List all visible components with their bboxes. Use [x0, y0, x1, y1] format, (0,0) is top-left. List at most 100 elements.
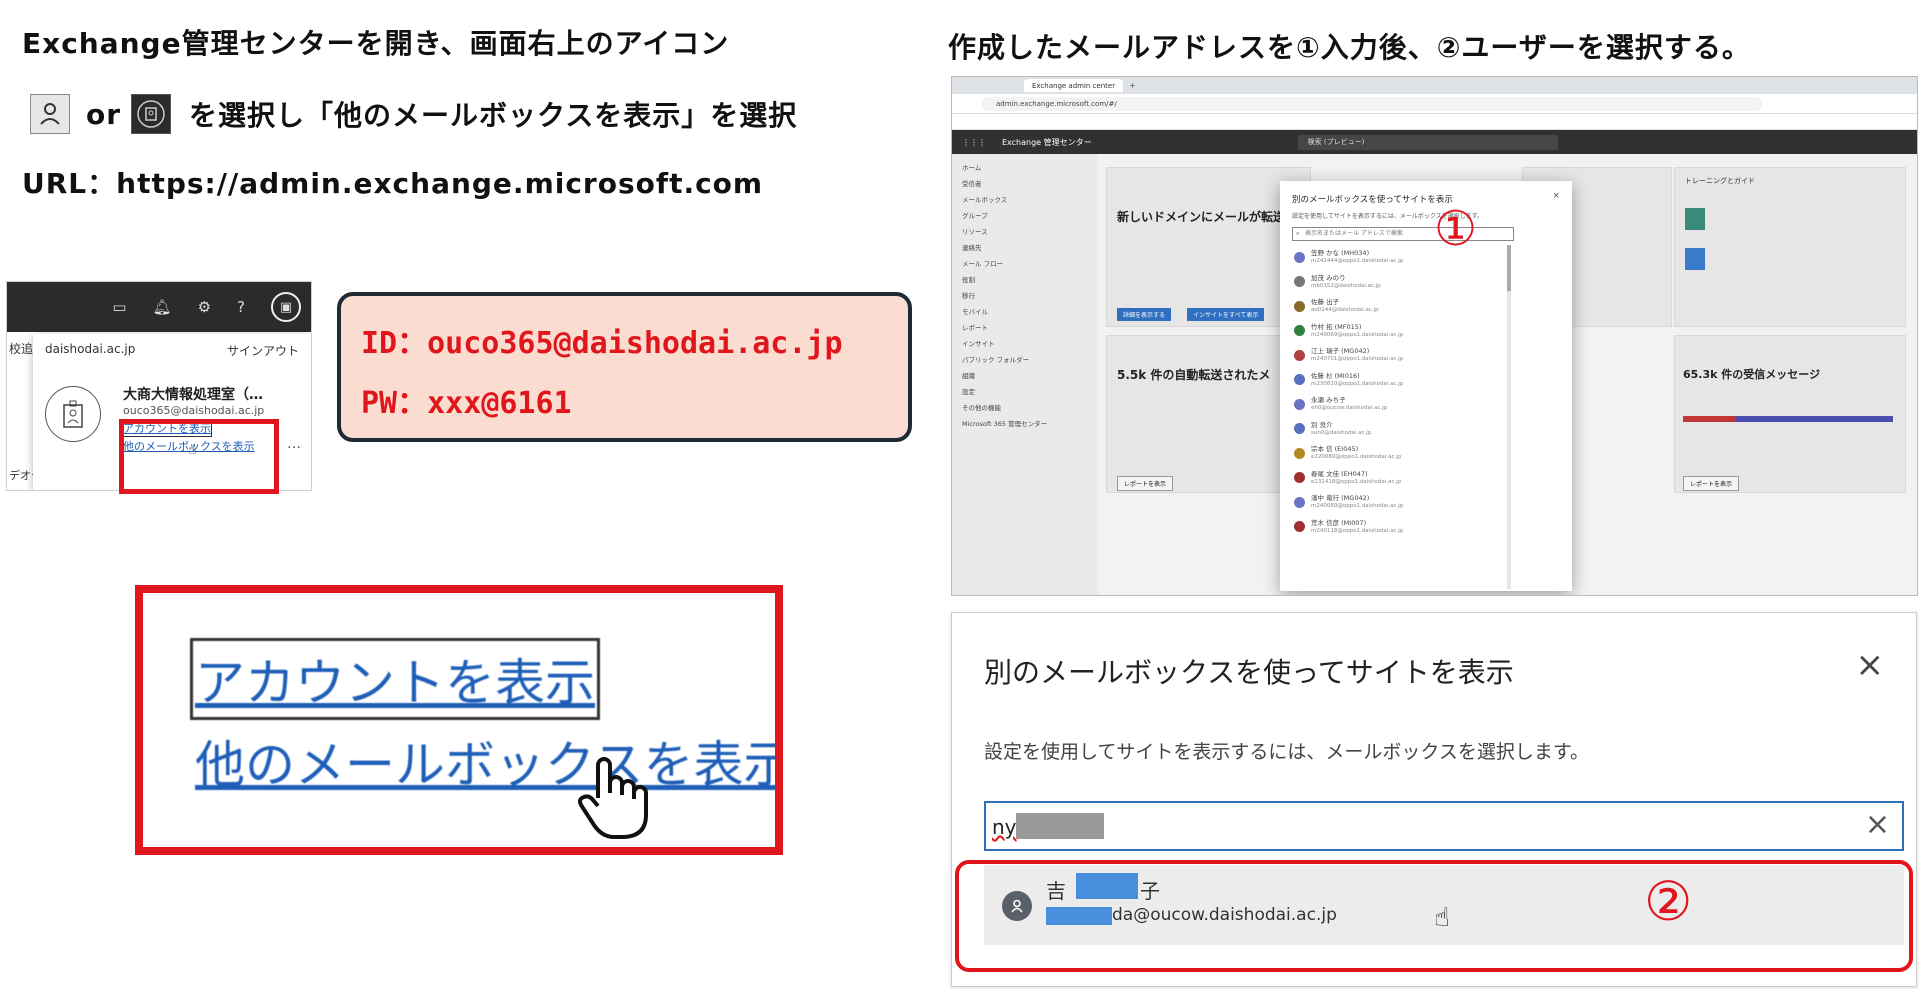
- modal-scrollbar[interactable]: [1507, 245, 1511, 589]
- dialog-title: 別のメールボックスを使ってサイトを表示: [984, 656, 1514, 689]
- modal-search-input[interactable]: 表示名またはメール アドレスで検索: [1292, 227, 1514, 241]
- nav-item[interactable]: レポート: [962, 320, 1088, 336]
- nav-item[interactable]: グループ: [962, 208, 1088, 224]
- people-row[interactable]: 佐藤 出子 ao0144@daishodai.ac.jp: [1280, 294, 1510, 319]
- nav-item[interactable]: 設定: [962, 384, 1088, 400]
- badge-icon: [131, 94, 172, 134]
- tile-btn-1[interactable]: 詳細を表示する: [1117, 308, 1172, 321]
- person-avatar-icon: [1294, 472, 1305, 484]
- person-avatar-icon: [1294, 398, 1305, 410]
- header-search[interactable]: 検索 (プレビュー): [1297, 134, 1558, 150]
- nav-item[interactable]: インサイト: [962, 336, 1088, 352]
- pw-text: PW：xxx@6161: [361, 386, 572, 421]
- dialog-close-icon[interactable]: ×: [1856, 645, 1885, 685]
- nav-item[interactable]: 受信者: [962, 176, 1088, 192]
- person-avatar-icon: [1294, 349, 1305, 361]
- mini-top-bar: ▭ 🔔︎ ⚙ ? ▣: [7, 282, 311, 332]
- person-icon: [30, 94, 70, 134]
- input-clear-icon[interactable]: ×: [1865, 807, 1890, 842]
- people-row[interactable]: 佐藤 杉 (MI016) m230810@oppo1.daishodai.ac.j…: [1280, 368, 1510, 393]
- zoomed-links: アカウントを表示 他のメールボックスを表示: [135, 585, 783, 855]
- zoom-view-other-mailbox-link[interactable]: 他のメールボックスを表示: [195, 725, 775, 797]
- nav-item[interactable]: 組織: [962, 368, 1088, 384]
- nav-item[interactable]: その他の機能: [962, 400, 1088, 416]
- nav-item[interactable]: Microsoft 365 管理センター: [962, 416, 1088, 432]
- tile-headline: 新しいドメインにメールが転送: [1117, 210, 1286, 224]
- person-mail: m230810@oppo1.daishodai.ac.jp: [1311, 380, 1404, 387]
- people-row[interactable]: 加茂 みのり mb0152@daishodai.ac.jp: [1280, 270, 1510, 295]
- person-avatar-icon: [1294, 521, 1305, 533]
- domain-text: daishodai.ac.jp: [45, 342, 136, 356]
- person-mail: m240701@oppo1.daishodai.ac.jp: [1311, 356, 1404, 363]
- report-button-left[interactable]: レポートを表示: [1117, 476, 1174, 491]
- person-mail: m240118@oppo1.daishodai.ac.jp: [1311, 527, 1404, 534]
- people-row[interactable]: 春尾 文佳 (EH047) e231418@oppo1.daishodai.ac.…: [1280, 466, 1510, 491]
- person-display-name: 加茂 みのり: [1311, 273, 1346, 282]
- person-avatar-icon: [1294, 325, 1305, 337]
- nav-item[interactable]: パブリック フォルダー: [962, 352, 1088, 368]
- highlight-result: [955, 860, 1913, 972]
- person-avatar-icon: [1294, 447, 1305, 459]
- people-row[interactable]: 永瀬 みち子 eh0@oucow.daishodai.ac.jp: [1280, 392, 1510, 417]
- new-tab-icon[interactable]: +: [1129, 81, 1136, 90]
- tile-training: トレーニングとガイド: [1674, 167, 1906, 327]
- bell-icon[interactable]: 🔔︎: [153, 298, 172, 316]
- nav-item[interactable]: メール フロー: [962, 256, 1088, 272]
- person-avatar-icon: [1294, 251, 1305, 263]
- training-title: トレーニングとガイド: [1685, 177, 1755, 185]
- terminal-icon[interactable]: ▭: [112, 298, 126, 316]
- zoom-view-account-link[interactable]: アカウントを表示: [190, 638, 600, 720]
- instruction-line-2-text: を選択し「他のメールボックスを表示」を選択: [189, 99, 798, 132]
- url-field[interactable]: admin.exchange.microsoft.com/#/: [982, 96, 1762, 111]
- redaction-input: [1016, 813, 1104, 839]
- highlight-box-small: [119, 419, 279, 494]
- avatar-icon[interactable]: ▣: [271, 292, 301, 322]
- input-value: ny: [992, 815, 1017, 839]
- nav-item[interactable]: 役割: [962, 272, 1088, 288]
- nav-item[interactable]: メールボックス: [962, 192, 1088, 208]
- tab-bar: Exchange admin center +: [952, 77, 1917, 94]
- nav-item[interactable]: 移行: [962, 288, 1088, 304]
- person-avatar-icon: [1294, 374, 1305, 386]
- gear-icon[interactable]: ⚙: [198, 298, 211, 316]
- more-icon[interactable]: …: [287, 436, 301, 452]
- nav-item[interactable]: リソース: [962, 224, 1088, 240]
- people-row[interactable]: 江上 瑞子 (MG042) m240701@oppo1.daishodai.ac.…: [1280, 343, 1510, 368]
- instruction-line-2: or を選択し「他のメールボックスを表示」を選択: [30, 94, 797, 134]
- waffle-icon[interactable]: ⋮⋮⋮: [962, 138, 986, 147]
- modal-close-icon[interactable]: ×: [1552, 191, 1560, 201]
- document-icon: [1685, 248, 1705, 270]
- people-row[interactable]: 荒木 信彦 (MI007) m240118@oppo1.daishodai.ac.…: [1280, 515, 1510, 540]
- person-display-name: 春尾 文佳 (EH047): [1311, 469, 1368, 478]
- person-mail: e220080@oppo1.daishodai.ac.jp: [1311, 454, 1402, 461]
- person-avatar-icon: [1294, 496, 1305, 508]
- browser-tab[interactable]: Exchange admin center: [1024, 79, 1124, 92]
- people-row[interactable]: 笠野 かな (MH034) m242444@oppo1.daishodai.ac.…: [1280, 245, 1510, 270]
- browser-screenshot: Exchange admin center + admin.exchange.m…: [951, 76, 1918, 596]
- person-avatar-icon: [1294, 423, 1305, 435]
- nav-item[interactable]: ホーム: [962, 160, 1088, 176]
- dialog-search-input[interactable]: ny ×: [984, 801, 1904, 851]
- people-row[interactable]: 竹村 拓 (MF015) m240069@oppo1.daishodai.ac.j…: [1280, 319, 1510, 344]
- tile-btn-2[interactable]: インサイトをすべて表示: [1187, 308, 1265, 321]
- person-name: 濱中 竜行 (MG042) m240089@oppo1.daishodai.ac.…: [1311, 494, 1403, 510]
- person-display-name: 佐藤 出子: [1311, 298, 1340, 307]
- people-row[interactable]: 濱中 竜行 (MG042) m240089@oppo1.daishodai.ac.…: [1280, 490, 1510, 515]
- address-bar: admin.exchange.microsoft.com/#/: [952, 94, 1917, 114]
- signout-link[interactable]: サインアウト: [227, 342, 299, 359]
- tile-headline-2: 5.5k 件の自動転送されたメ: [1117, 368, 1271, 382]
- side-text-1: 校追: [9, 342, 34, 356]
- report-button-right[interactable]: レポートを表示: [1683, 476, 1740, 491]
- left-nav: ホーム 受信者 メールボックス グループ リソース 連絡先 メール フロー 役割 移行 モバイルレ…: [952, 154, 1098, 595]
- dialog-desc: 設定を使用してサイトを表示するには、メールボックスを選択します。: [984, 741, 1589, 763]
- person-display-name: 竹村 拓 (MF015): [1311, 322, 1362, 331]
- nav-item[interactable]: 連絡先: [962, 240, 1088, 256]
- people-row[interactable]: 別 良介 sun0@daishodai.ac.jp: [1280, 417, 1510, 442]
- person-display-name: 宗本 信 (EI045): [1311, 445, 1359, 454]
- people-row[interactable]: 宗本 信 (EI045) e220080@oppo1.daishodai.ac.j…: [1280, 441, 1510, 466]
- credentials-box: ID：ouco365@daishodai.ac.jp PW：xxx@6161: [337, 292, 912, 442]
- help-icon[interactable]: ?: [237, 298, 245, 316]
- app-title: Exchange 管理センター: [1002, 137, 1092, 147]
- nav-item[interactable]: モバイル: [962, 304, 1088, 320]
- person-mail: ao0144@daishodai.ac.jp: [1311, 307, 1379, 314]
